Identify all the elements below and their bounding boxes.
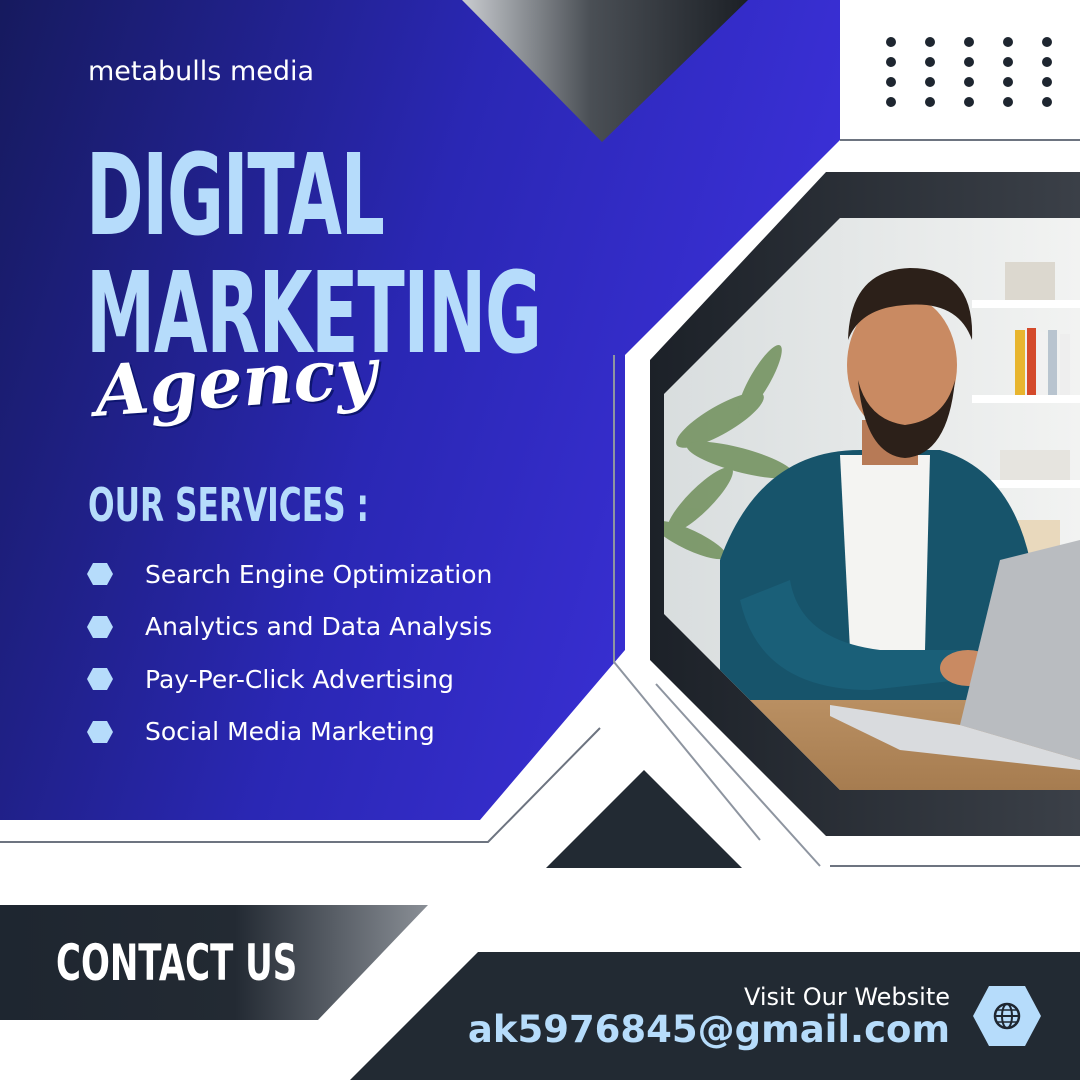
hexagon-icon (87, 563, 113, 586)
services-title: OUR SERVICES : (88, 478, 370, 532)
globe-icon[interactable] (972, 984, 1042, 1048)
brand-name: metabulls media (88, 56, 315, 87)
hexagon-icon (87, 615, 113, 638)
list-item: Pay-Per-Click Advertising (86, 653, 492, 706)
services-list: Search Engine Optimization Analytics and… (86, 548, 492, 758)
website-label: Visit Our Website (743, 983, 950, 1011)
email-link[interactable]: ak5976845@gmail.com (468, 1008, 950, 1051)
headline-line-1: DIGITAL (86, 131, 385, 261)
service-label: Search Engine Optimization (145, 559, 493, 589)
contact-title: CONTACT US (56, 934, 298, 992)
service-label: Social Media Marketing (145, 717, 435, 747)
hexagon-icon (87, 668, 113, 691)
poster: metabulls media DIGITAL MARKETING Agency… (0, 0, 1080, 1080)
list-item: Social Media Marketing (86, 706, 492, 759)
list-item: Search Engine Optimization (86, 548, 492, 601)
service-label: Analytics and Data Analysis (145, 612, 493, 642)
hexagon-icon (87, 720, 113, 743)
list-item: Analytics and Data Analysis (86, 601, 492, 654)
service-label: Pay-Per-Click Advertising (145, 664, 454, 694)
